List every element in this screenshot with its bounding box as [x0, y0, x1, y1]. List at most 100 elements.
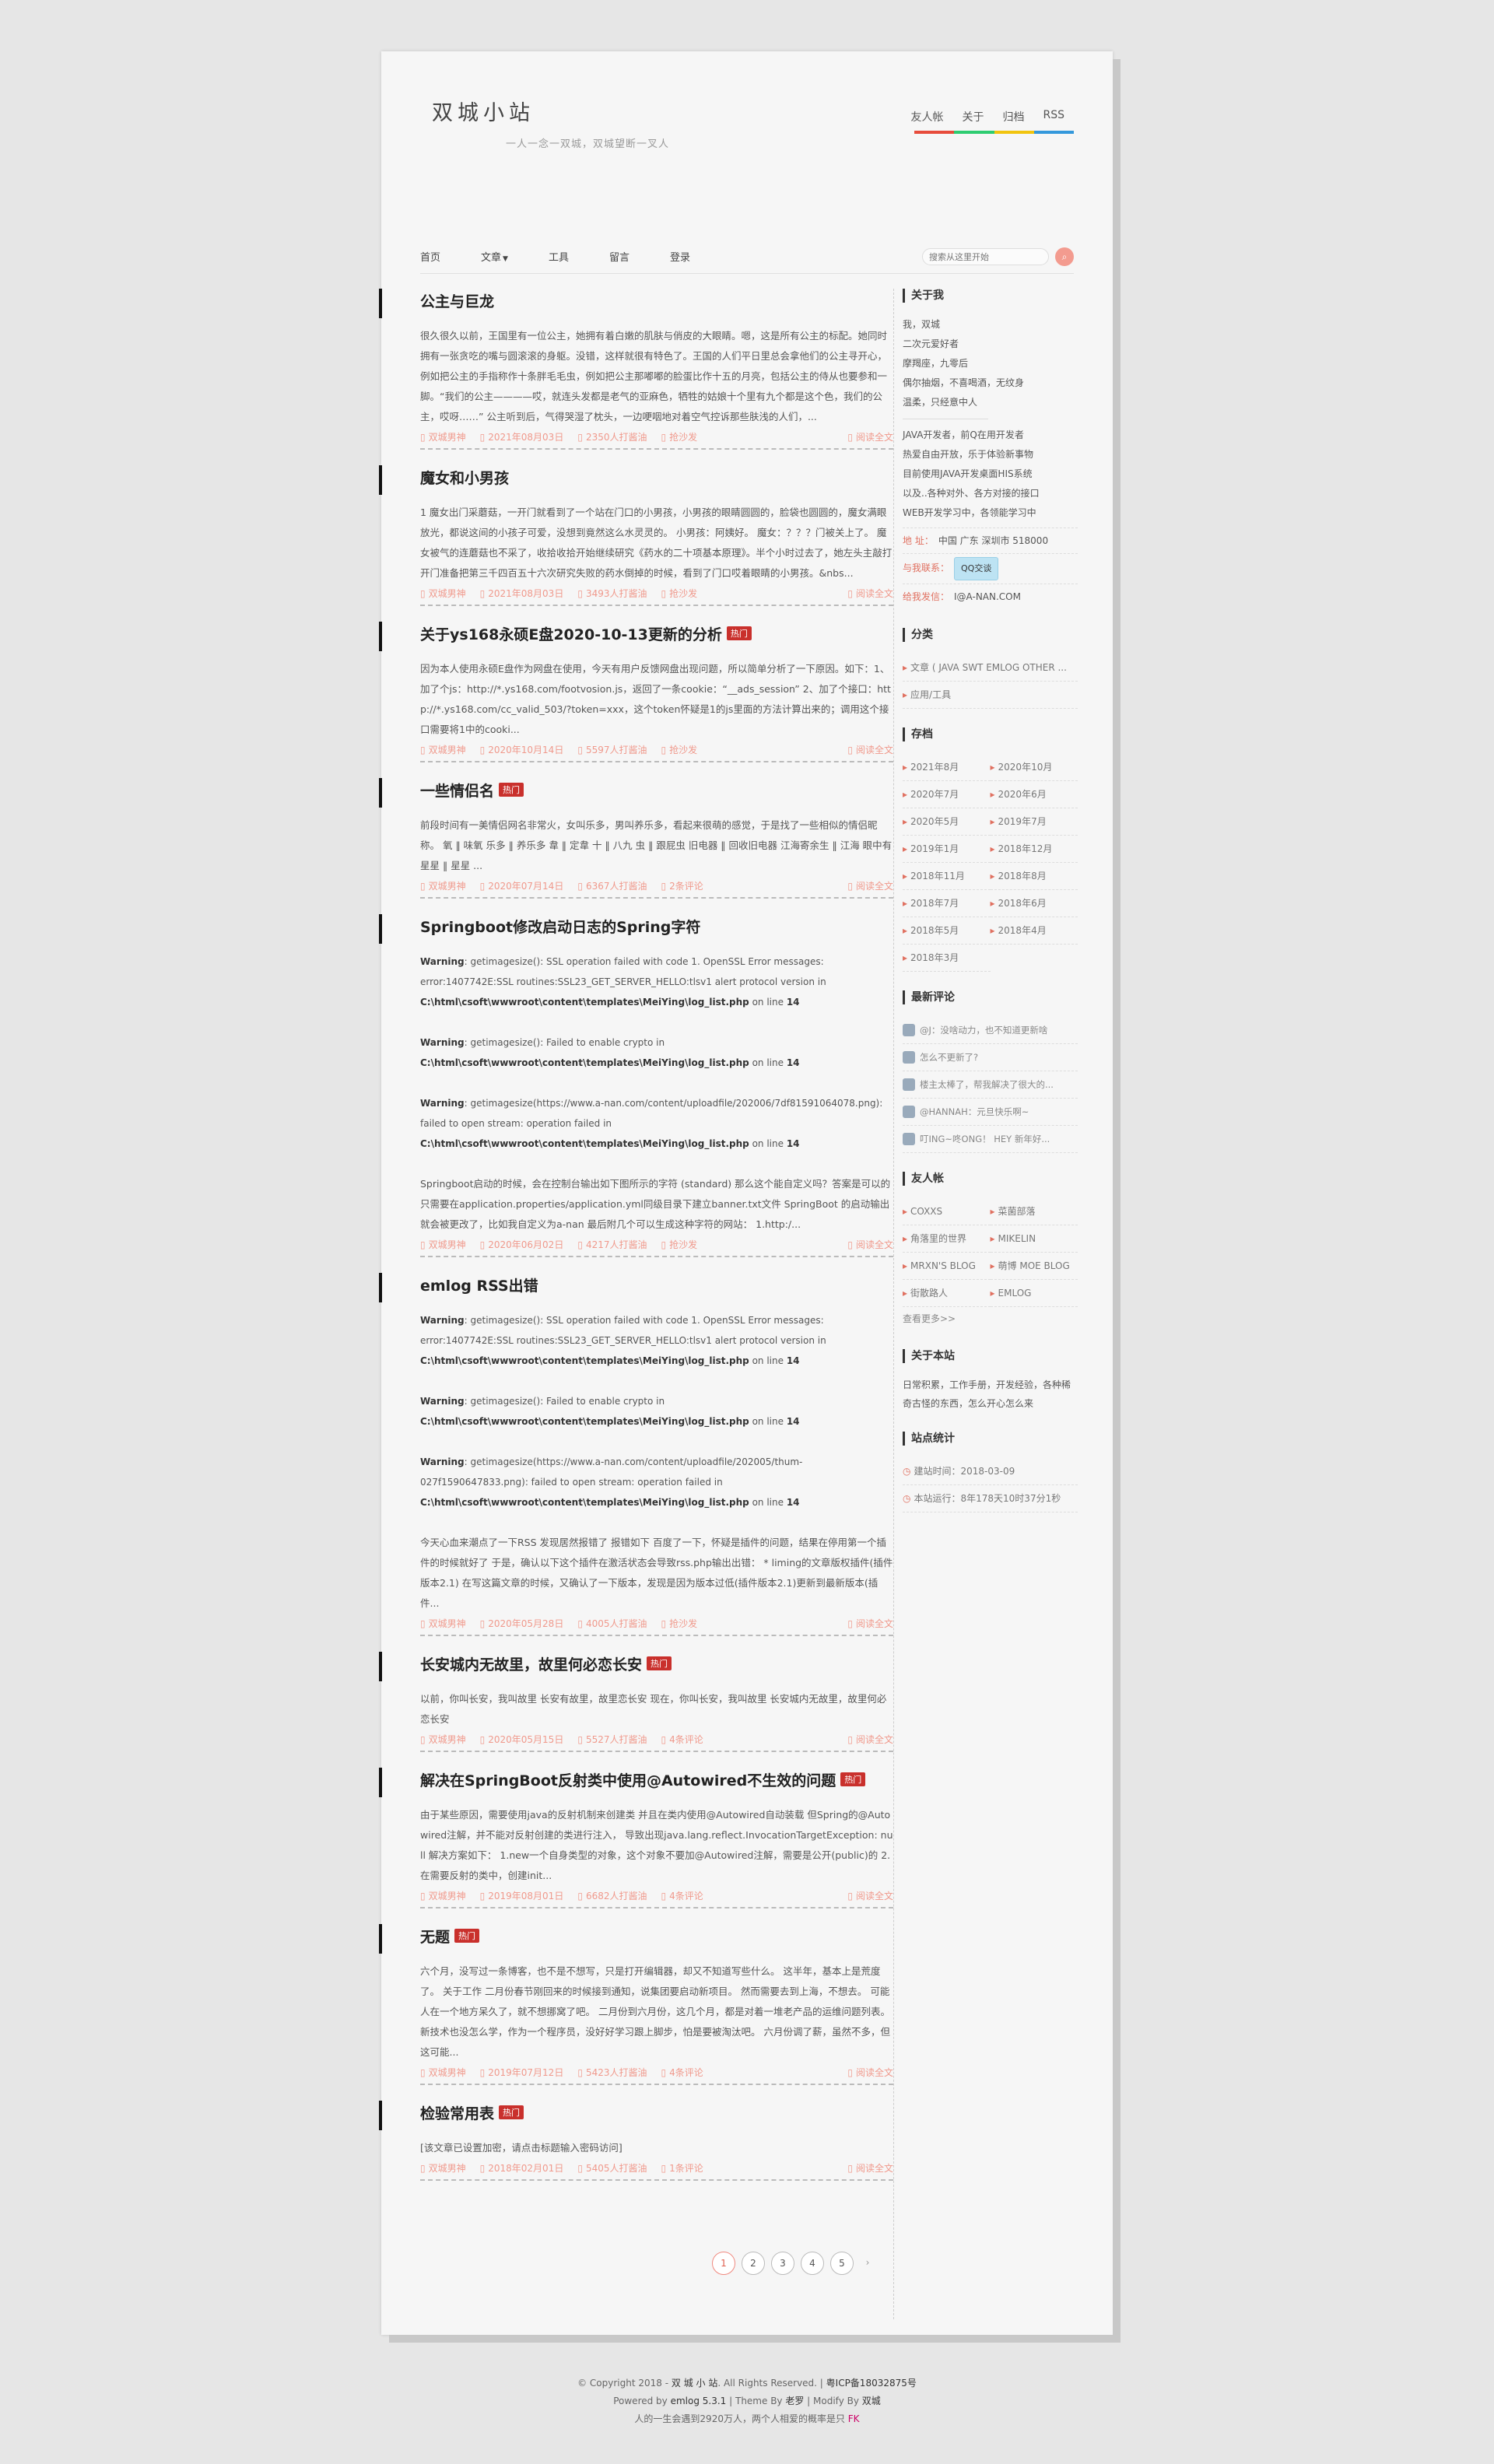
post-title-text[interactable]: 检验常用表 — [420, 2102, 494, 2123]
footer-site-link[interactable]: 双 城 小 站 — [672, 2378, 717, 2389]
category-item[interactable]: ▸ 文章 ( JAVA SWT EMLOG OTHER ... — [903, 654, 1078, 682]
post-title-text[interactable]: 魔女和小男孩 — [420, 467, 509, 488]
site-title[interactable]: 双城小站 — [432, 96, 535, 126]
archive-item[interactable]: ▸ 2020年7月 — [903, 781, 991, 808]
post-comments[interactable]: ▯ 抢沙发 — [661, 743, 697, 756]
post-author[interactable]: ▯ 双城男神 — [420, 879, 466, 892]
archive-item[interactable]: ▸ 2018年4月 — [990, 917, 1078, 945]
footer-modify-author[interactable]: 双城 — [862, 2396, 881, 2406]
nav-articles[interactable]: 文章 ▼ — [481, 249, 508, 264]
nav-login[interactable]: 登录 — [670, 249, 690, 264]
page-button[interactable]: 5 — [830, 2252, 854, 2275]
archive-item[interactable]: ▸ 2018年7月 — [903, 890, 991, 917]
friend-link[interactable]: ▸ EMLOG — [990, 1280, 1078, 1307]
comment-item[interactable]: @J：没啥动力，也不知道更新啥 — [903, 1017, 1078, 1044]
footer-icp-link[interactable]: 粤ICP备18032875号 — [826, 2378, 917, 2389]
archive-item[interactable]: ▸ 2018年12月 — [990, 836, 1078, 863]
post-title-text[interactable]: 一些情侣名 — [420, 780, 494, 801]
archive-item[interactable]: ▸ 2018年8月 — [990, 863, 1078, 890]
comment-item[interactable]: 楼主太棒了，帮我解决了很大的... — [903, 1071, 1078, 1099]
friend-link[interactable]: ▸ 角落里的世界 — [903, 1225, 991, 1253]
post-comments[interactable]: ▯ 抢沙发 — [661, 587, 697, 600]
read-more-link[interactable]: ▯ 阅读全文 — [847, 2161, 893, 2175]
archive-item[interactable]: ▸ 2020年6月 — [990, 781, 1078, 808]
comment-item[interactable]: 叮ING~咚ONG！ HEY 新年好... — [903, 1126, 1078, 1153]
archive-item[interactable]: ▸ 2020年10月 — [990, 754, 1078, 781]
page-button[interactable]: 4 — [801, 2252, 824, 2275]
post-comments[interactable]: ▯ 1条评论 — [661, 2161, 703, 2175]
top-nav-archive[interactable]: 归档 — [993, 103, 1033, 134]
post-title-text[interactable]: emlog RSS出错 — [420, 1274, 538, 1295]
read-more-link[interactable]: ▯ 阅读全文 — [847, 879, 893, 892]
qq-chat-button[interactable]: QQ交谈 — [954, 557, 999, 580]
post-title[interactable]: 长安城内无故里，故里何必恋长安 热门 — [420, 1652, 893, 1675]
friends-more-link[interactable]: 查看更多>> — [903, 1307, 1078, 1330]
post-comments[interactable]: ▯ 抢沙发 — [661, 1238, 697, 1251]
read-more-link[interactable]: ▯ 阅读全文 — [847, 1238, 893, 1251]
archive-item[interactable]: ▸ 2019年1月 — [903, 836, 991, 863]
page-button[interactable]: 2 — [742, 2252, 765, 2275]
post-title[interactable]: 一些情侣名 热门 — [420, 778, 893, 801]
post-title-text[interactable]: 解决在SpringBoot反射类中使用@Autowired不生效的问题 — [420, 1769, 836, 1790]
post-comments[interactable]: ▯ 抢沙发 — [661, 430, 697, 443]
post-title-text[interactable]: Springboot修改启动日志的Spring字符 — [420, 916, 700, 937]
comment-item[interactable]: 怎么不更新了? — [903, 1044, 1078, 1071]
friend-link[interactable]: ▸ 菜菌部落 — [990, 1198, 1078, 1225]
post-author[interactable]: ▯ 双城男神 — [420, 2161, 466, 2175]
post-author[interactable]: ▯ 双城男神 — [420, 1733, 466, 1746]
read-more-link[interactable]: ▯ 阅读全文 — [847, 2066, 893, 2079]
archive-item[interactable]: ▸ 2018年6月 — [990, 890, 1078, 917]
post-title[interactable]: 关于ys168永硕E盘2020-10-13更新的分析 热门 — [420, 622, 893, 645]
read-more-link[interactable]: ▯ 阅读全文 — [847, 430, 893, 443]
archive-item[interactable]: ▸ 2018年3月 — [903, 945, 991, 972]
footer-theme-author[interactable]: 老罗 — [785, 2396, 804, 2406]
post-comments[interactable]: ▯ 4条评论 — [661, 1889, 703, 1902]
read-more-link[interactable]: ▯ 阅读全文 — [847, 1889, 893, 1902]
footer-emlog-link[interactable]: emlog 5.3.1 — [671, 2396, 727, 2406]
post-title-text[interactable]: 长安城内无故里，故里何必恋长安 — [420, 1653, 642, 1674]
category-item[interactable]: ▸ 应用/工具 — [903, 682, 1078, 709]
next-page-icon[interactable]: › — [860, 2252, 875, 2273]
nav-tools[interactable]: 工具 — [549, 249, 569, 264]
friend-link[interactable]: ▸ MIKELIN — [990, 1225, 1078, 1253]
post-author[interactable]: ▯ 双城男神 — [420, 743, 466, 756]
post-title-text[interactable]: 公主与巨龙 — [420, 290, 494, 311]
top-nav-rss[interactable]: RSS — [1033, 103, 1074, 134]
archive-item[interactable]: ▸ 2018年11月 — [903, 863, 991, 890]
post-author[interactable]: ▯ 双城男神 — [420, 1889, 466, 1902]
search-input[interactable] — [922, 248, 1049, 265]
post-title-text[interactable]: 关于ys168永硕E盘2020-10-13更新的分析 — [420, 623, 722, 644]
footer-fk-link[interactable]: FK — [848, 2413, 860, 2424]
archive-item[interactable]: ▸ 2021年8月 — [903, 754, 991, 781]
email-link[interactable]: I@A-NAN.COM — [954, 591, 1021, 602]
comment-item[interactable]: @HANNAH：元旦快乐啊~ — [903, 1099, 1078, 1126]
post-title[interactable]: 公主与巨龙 — [420, 289, 893, 312]
post-title[interactable]: 检验常用表 热门 — [420, 2101, 893, 2124]
nav-home[interactable]: 首页 — [420, 249, 440, 264]
read-more-link[interactable]: ▯ 阅读全文 — [847, 1617, 893, 1630]
friend-link[interactable]: ▸ 萌博 MOE BLOG — [990, 1253, 1078, 1280]
post-title[interactable]: Springboot修改启动日志的Spring字符 — [420, 914, 893, 938]
page-button[interactable]: 1 — [712, 2252, 735, 2275]
nav-guestbook[interactable]: 留言 — [609, 249, 630, 264]
post-title[interactable]: 无题 热门 — [420, 1924, 893, 1947]
archive-item[interactable]: ▸ 2019年7月 — [990, 808, 1078, 836]
top-nav-friends[interactable]: 友人帐 — [901, 103, 952, 134]
post-author[interactable]: ▯ 双城男神 — [420, 2066, 466, 2079]
read-more-link[interactable]: ▯ 阅读全文 — [847, 1733, 893, 1746]
post-author[interactable]: ▯ 双城男神 — [420, 587, 466, 600]
friend-link[interactable]: ▸ MRXN'S BLOG — [903, 1253, 991, 1280]
archive-item[interactable]: ▸ 2020年5月 — [903, 808, 991, 836]
post-title[interactable]: 魔女和小男孩 — [420, 465, 893, 489]
page-button[interactable]: 3 — [771, 2252, 794, 2275]
post-title[interactable]: 解决在SpringBoot反射类中使用@Autowired不生效的问题 热门 — [420, 1768, 893, 1791]
post-title[interactable]: emlog RSS出错 — [420, 1273, 893, 1296]
post-comments[interactable]: ▯ 4条评论 — [661, 2066, 703, 2079]
search-icon[interactable]: ⌕ — [1055, 247, 1074, 266]
read-more-link[interactable]: ▯ 阅读全文 — [847, 743, 893, 756]
post-comments[interactable]: ▯ 2条评论 — [661, 879, 703, 892]
post-author[interactable]: ▯ 双城男神 — [420, 1238, 466, 1251]
post-comments[interactable]: ▯ 4条评论 — [661, 1733, 703, 1746]
post-author[interactable]: ▯ 双城男神 — [420, 1617, 466, 1630]
top-nav-about[interactable]: 关于 — [952, 103, 993, 134]
